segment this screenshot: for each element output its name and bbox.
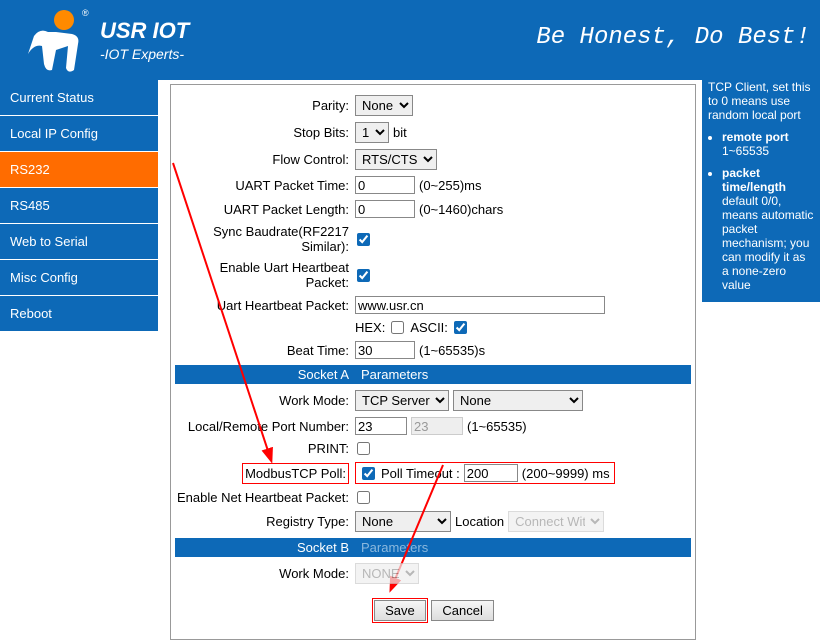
uart-len-suffix: (0~1460)chars <box>419 202 503 217</box>
sidebar-item-rs232[interactable]: RS232 <box>0 152 158 188</box>
svg-text:®: ® <box>82 8 89 18</box>
stopbits-select[interactable]: 1 <box>355 122 389 143</box>
cancel-button[interactable]: Cancel <box>431 600 493 621</box>
sync-label: Sync Baudrate(RF2217 Similar): <box>175 224 355 254</box>
flow-select[interactable]: RTS/CTS <box>355 149 437 170</box>
registry-label: Registry Type: <box>175 514 355 529</box>
work-mode-b-select: NONE <box>355 563 419 584</box>
port-label: Local/Remote Port Number: <box>175 419 355 434</box>
socket-b-header: Socket BParameters <box>175 538 691 557</box>
enable-net-hb-checkbox[interactable] <box>357 491 370 504</box>
sidebar-item-rs485[interactable]: RS485 <box>0 188 158 224</box>
slogan: Be Honest, Do Best! <box>536 24 810 51</box>
sidebar-item-web-to-serial[interactable]: Web to Serial <box>0 224 158 260</box>
help-item-title-1: packet time/length <box>722 166 786 194</box>
logo-subtitle: -IOT Experts- <box>100 46 189 62</box>
enable-uart-hb-checkbox[interactable] <box>357 269 370 282</box>
header: ® USR IOT -IOT Experts- Be Honest, Do Be… <box>0 0 820 80</box>
logo-title: USR IOT <box>100 18 189 44</box>
stopbits-label: Stop Bits: <box>175 125 355 140</box>
hex-checkbox[interactable] <box>391 321 404 334</box>
enable-net-hb-label: Enable Net Heartbeat Packet: <box>175 490 355 505</box>
help-item-text-1: default 0/0, means automatic packet mech… <box>722 194 813 292</box>
work-mode-a-select[interactable]: TCP Server <box>355 390 449 411</box>
uart-hb-pkt-input[interactable] <box>355 296 605 314</box>
sync-checkbox[interactable] <box>357 233 370 246</box>
registry-select[interactable]: None <box>355 511 451 532</box>
port-suffix: (1~65535) <box>467 419 527 434</box>
beat-time-input[interactable] <box>355 341 415 359</box>
sidebar-item-local-ip[interactable]: Local IP Config <box>0 116 158 152</box>
stopbits-suffix: bit <box>393 125 407 140</box>
uart-time-label: UART Packet Time: <box>175 178 355 193</box>
remote-port-input <box>411 417 463 435</box>
socket-a-header: Socket AParameters <box>175 365 691 384</box>
work-mode-a-select2[interactable]: None <box>453 390 583 411</box>
parity-label: Parity: <box>175 98 355 113</box>
help-pre-text: TCP Client, set this to 0 means use rand… <box>708 80 814 122</box>
poll-timeout-label: Poll Timeout : <box>381 466 460 481</box>
help-item-title-0: remote port <box>722 130 789 144</box>
hex-label: HEX: <box>355 320 385 335</box>
content-panel: Parity:None Stop Bits:1bit Flow Control:… <box>170 84 696 640</box>
poll-timeout-suffix: (200~9999) ms <box>522 466 610 481</box>
modbus-checkbox[interactable] <box>362 467 375 480</box>
beat-time-label: Beat Time: <box>175 343 355 358</box>
location-label: Location <box>455 514 504 529</box>
work-mode-a-label: Work Mode: <box>175 393 355 408</box>
uart-time-input[interactable] <box>355 176 415 194</box>
logo-icon: ® <box>20 6 92 74</box>
sidebar-item-misc-config[interactable]: Misc Config <box>0 260 158 296</box>
location-select: Connect With <box>508 511 604 532</box>
modbus-label: ModbusTCP Poll: <box>242 463 349 484</box>
uart-len-label: UART Packet Length: <box>175 202 355 217</box>
uart-time-suffix: (0~255)ms <box>419 178 482 193</box>
parity-select[interactable]: None <box>355 95 413 116</box>
beat-time-suffix: (1~65535)s <box>419 343 485 358</box>
print-checkbox[interactable] <box>357 442 370 455</box>
help-item-text-0: 1~65535 <box>722 144 769 158</box>
save-button[interactable]: Save <box>374 600 426 621</box>
help-panel: TCP Client, set this to 0 means use rand… <box>702 80 820 302</box>
work-mode-b-label: Work Mode: <box>175 566 355 581</box>
ascii-checkbox[interactable] <box>454 321 467 334</box>
flow-label: Flow Control: <box>175 152 355 167</box>
poll-timeout-input[interactable] <box>464 464 518 482</box>
uart-hb-pkt-label: Uart Heartbeat Packet: <box>175 298 355 313</box>
sidebar: Current Status Local IP Config RS232 RS4… <box>0 80 158 332</box>
logo: ® USR IOT -IOT Experts- <box>20 6 189 74</box>
sidebar-item-reboot[interactable]: Reboot <box>0 296 158 332</box>
ascii-label: ASCII: <box>410 320 448 335</box>
print-label: PRINT: <box>175 441 355 456</box>
local-port-input[interactable] <box>355 417 407 435</box>
uart-len-input[interactable] <box>355 200 415 218</box>
sidebar-item-current-status[interactable]: Current Status <box>0 80 158 116</box>
enable-uart-hb-label: Enable Uart Heartbeat Packet: <box>175 260 355 290</box>
